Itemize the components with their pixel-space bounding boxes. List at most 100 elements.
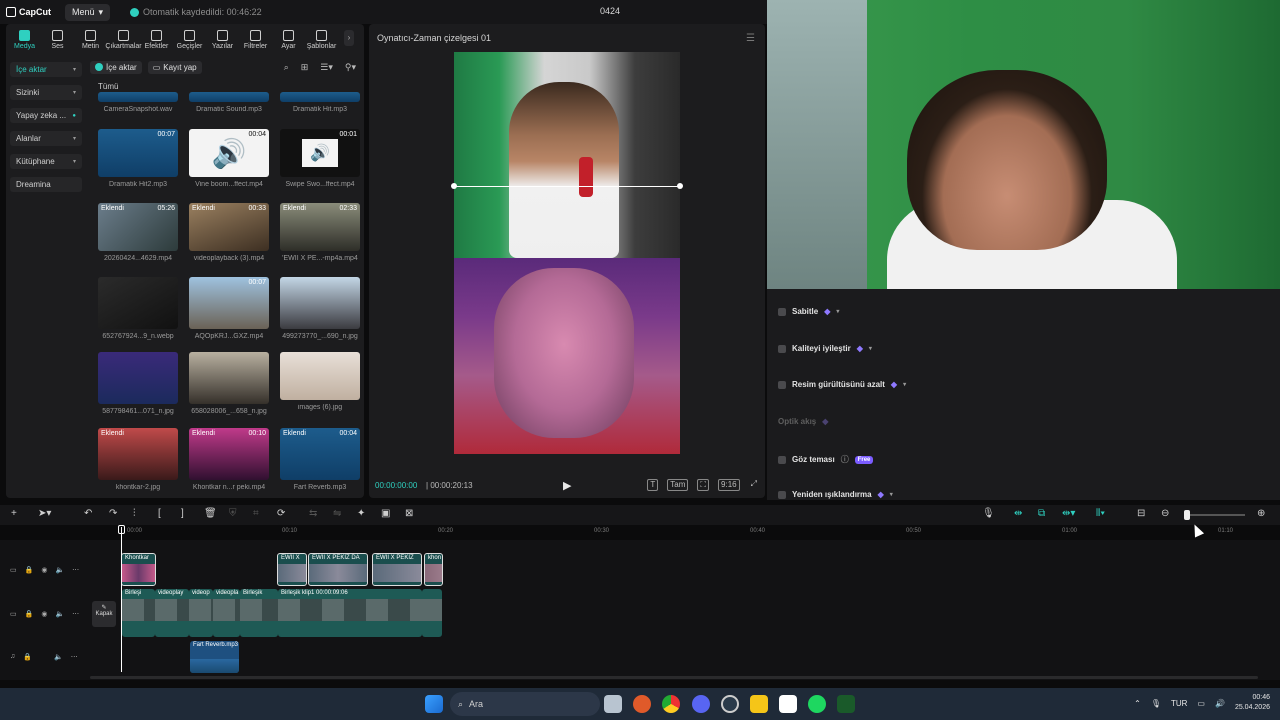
media-item[interactable]: 🔊 00:01 Swipe Swo...ffect.mp4: [280, 129, 360, 188]
task-view-icon[interactable]: [604, 695, 622, 713]
volume-icon[interactable]: 🔈: [55, 610, 64, 618]
media-item[interactable]: Eklendi 05:26 20260424...4629.mp4: [98, 203, 178, 262]
media-item[interactable]: 652767924...9_n.webp: [98, 277, 178, 340]
trim-left-icon[interactable]: [: [158, 508, 161, 519]
sidebar-item-ai[interactable]: Yapay zeka ... ●: [10, 108, 82, 123]
record-button[interactable]: ▭ Kayıt yap: [147, 60, 202, 74]
tab-captions[interactable]: Yazılar: [206, 30, 239, 52]
tab-audio[interactable]: Ses: [41, 30, 74, 52]
media-item[interactable]: Eklendi 02:33 'EWII X PE...-mp4a.mp4: [280, 203, 360, 262]
timeline-clip[interactable]: Birleşik klip1 00:00:09:06: [278, 589, 422, 637]
tab-filters[interactable]: Filtreler: [239, 30, 272, 52]
timeline-clip[interactable]: videoplay: [155, 589, 189, 637]
add-icon[interactable]: +: [11, 508, 17, 519]
ratio-button[interactable]: 9:16: [718, 479, 740, 491]
selection-handle[interactable]: [677, 183, 683, 189]
lock-icon[interactable]: 🔒: [25, 566, 34, 574]
checkbox-icon[interactable]: [778, 344, 786, 353]
snap-icon[interactable]: ⇹▾: [1062, 508, 1075, 519]
media-item[interactable]: Eklendi 00:10 Khontkar n...r peki.mp4: [189, 428, 269, 491]
timeline-ruler[interactable]: 00:00 00:10 00:20 00:30 00:40 00:50 01:0…: [0, 527, 1280, 539]
timeline-clip[interactable]: EWII X PEKİZ DA: [308, 553, 368, 586]
volume-icon[interactable]: 🔈: [54, 653, 63, 661]
media-item[interactable]: Eklendi 00:04 Fart Reverb.mp3: [280, 428, 360, 491]
media-item[interactable]: 🔊 00:04 Vine boom...ffect.mp4: [189, 129, 269, 188]
zoom-slider[interactable]: [1187, 514, 1245, 516]
tab-media[interactable]: Medya: [8, 30, 41, 52]
discord-icon[interactable]: [692, 695, 710, 713]
checkbox-icon[interactable]: [778, 455, 786, 464]
search-icon[interactable]: ⌕: [284, 62, 289, 73]
timeline-clip[interactable]: videopla: [213, 589, 240, 637]
zoom-in-icon[interactable]: ⊕: [1257, 508, 1265, 519]
volume-icon[interactable]: 🔈: [55, 566, 64, 574]
media-item[interactable]: 658028006_...658_n.jpg: [189, 352, 269, 415]
eye-icon[interactable]: ◉: [41, 566, 47, 574]
delete-icon[interactable]: 🗑: [204, 508, 217, 519]
timeline-clip[interactable]: videop: [189, 589, 213, 637]
more-icon[interactable]: ⋯: [72, 566, 79, 574]
selection-handle[interactable]: [451, 183, 457, 189]
playhead-handle[interactable]: [118, 525, 125, 534]
lock-icon[interactable]: 🔒: [23, 653, 32, 661]
zoom-slider-handle[interactable]: [1184, 510, 1190, 520]
freeze-icon[interactable]: ⊠: [405, 508, 413, 519]
tab-transitions[interactable]: Geçişler: [173, 30, 206, 52]
property-eye-contact[interactable]: Göz teması ⓘ Free: [778, 454, 874, 465]
media-item[interactable]: 587798461...071_n.jpg: [98, 352, 178, 415]
language-indicator[interactable]: TUR: [1171, 699, 1187, 708]
media-item[interactable]: images (6).jpg: [280, 352, 360, 411]
media-item[interactable]: Dramatic Sound.mp3: [189, 92, 269, 113]
grid-view-icon[interactable]: ⊞: [301, 62, 309, 73]
eye-icon[interactable]: ◉: [41, 610, 47, 618]
media-item[interactable]: Dramatik Hit.mp3: [280, 92, 360, 113]
magic-icon[interactable]: ✦: [357, 508, 365, 519]
sidebar-item-library[interactable]: Kütüphane ▾: [10, 154, 82, 169]
tab-templates[interactable]: Şablonlar: [305, 30, 338, 52]
zoom-out-icon[interactable]: ⊖: [1161, 508, 1169, 519]
timeline-clip[interactable]: Khontkar: [121, 553, 156, 586]
clock[interactable]: 00:46 25.04.2026: [1235, 693, 1270, 713]
timeline-clip[interactable]: EWII X PEKİZ: [372, 553, 422, 586]
microphone-icon[interactable]: 🎙: [982, 508, 995, 519]
subtitle-icon[interactable]: T: [647, 479, 659, 491]
timeline-scrollbar[interactable]: [90, 676, 1258, 679]
fullscreen-icon[interactable]: ⤢: [749, 479, 759, 491]
media-item[interactable]: Eklendi khontkar-2.jpg: [98, 428, 178, 491]
app-icon[interactable]: [837, 695, 855, 713]
import-button[interactable]: İçe aktar: [90, 60, 142, 74]
link-clips-icon[interactable]: ⇹: [1014, 508, 1022, 519]
lock-icon[interactable]: 🔒: [25, 610, 34, 618]
spotify-icon[interactable]: [808, 695, 826, 713]
select-tool-icon[interactable]: ➤▾: [38, 508, 51, 519]
speed-icon[interactable]: ⟳: [277, 508, 285, 519]
checkbox-icon[interactable]: [778, 490, 786, 499]
sort-icon[interactable]: ☰▾: [320, 62, 333, 73]
split-icon[interactable]: ⫶: [133, 508, 136, 519]
redo-icon[interactable]: ↷: [109, 508, 117, 519]
sidebar-item-spaces[interactable]: Alanlar ▾: [10, 131, 82, 146]
checkbox-icon[interactable]: [778, 307, 786, 316]
timeline-clip[interactable]: EWII X: [277, 553, 307, 586]
timeline-clip[interactable]: Birleşik: [240, 589, 278, 637]
preview-canvas[interactable]: [454, 52, 680, 454]
network-icon[interactable]: ▭: [1197, 699, 1205, 708]
taskbar-search[interactable]: ⌕ Ara: [450, 692, 600, 716]
tab-effects[interactable]: Efektler: [140, 30, 173, 52]
media-item[interactable]: 00:07 AQOpKRJ...GXZ.mp4: [189, 277, 269, 340]
caption-icon[interactable]: ⊟: [1137, 508, 1145, 519]
timeline-clip[interactable]: Birleşi: [122, 589, 155, 637]
audio-clip[interactable]: Fart Reverb.mp3: [190, 641, 239, 673]
undo-icon[interactable]: ↶: [84, 508, 92, 519]
preview-axis-icon[interactable]: ⫴▾: [1096, 508, 1105, 519]
property-relight[interactable]: Yeniden ışıklandırma ◆ ▾: [778, 490, 893, 499]
checkbox-icon[interactable]: [778, 380, 786, 389]
menu-icon[interactable]: ☰: [746, 33, 755, 44]
sidebar-item-dreamina[interactable]: Dreamina: [10, 177, 82, 192]
volume-icon[interactable]: 🔊: [1215, 699, 1225, 708]
media-item[interactable]: CameraSnapshot.wav: [98, 92, 178, 113]
magnet-icon[interactable]: ⧉: [1038, 508, 1045, 519]
media-item[interactable]: 00:07 Dramatik Hit2.mp3: [98, 129, 178, 188]
tab-stickers[interactable]: Çıkartmalar: [105, 30, 142, 52]
property-stabilize[interactable]: Sabitle ◆ ▾: [778, 307, 839, 316]
